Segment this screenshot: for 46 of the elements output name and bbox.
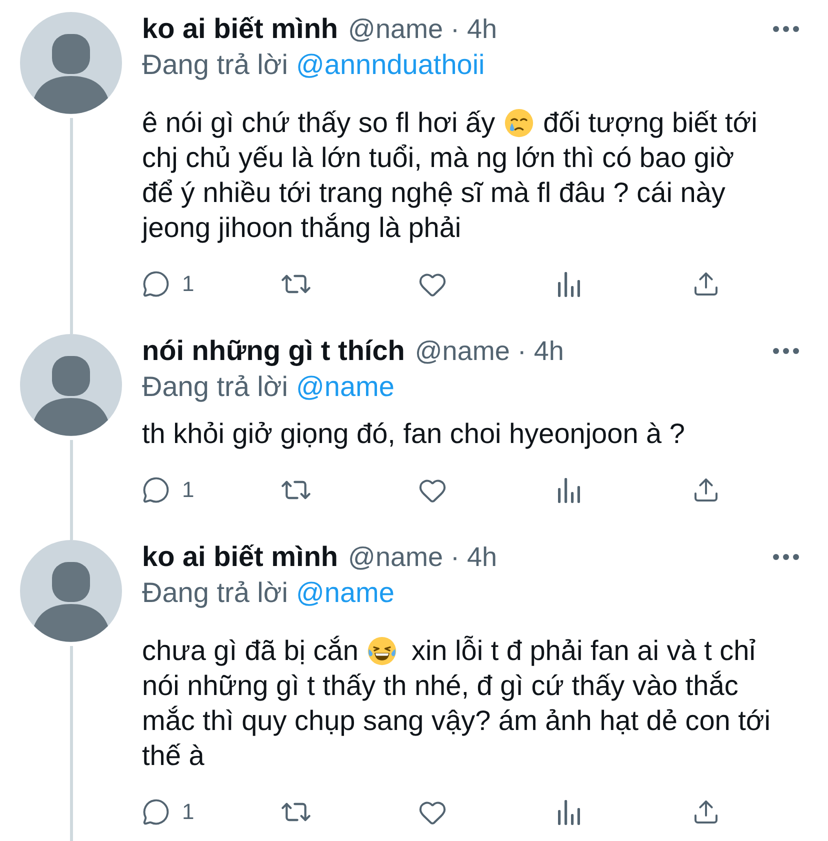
share-button[interactable] xyxy=(692,476,720,504)
upload-icon xyxy=(692,270,720,298)
more-icon[interactable] xyxy=(772,347,800,355)
tweet-text: ê nói gì chứ thấy so fl hơi ấy xyxy=(142,106,496,140)
speech-bubble-icon xyxy=(142,270,170,298)
replying-to-label: Đang trả lời xyxy=(142,48,288,82)
handle-and-time: @name · 4h xyxy=(348,13,498,46)
laughing-face-icon xyxy=(367,636,398,666)
tweet-text: nói những gì t thấy th nhé, đ gì cứ thấy vào thắc xyxy=(142,669,738,703)
tweet-text: thế à xyxy=(142,739,204,773)
analytics-button[interactable] xyxy=(556,477,582,503)
tweet-text: jeong jihoon thắng là phải xyxy=(142,211,462,245)
speech-bubble-icon xyxy=(142,798,170,826)
replying-to-label: Đang trả lời xyxy=(142,576,288,610)
tweet-text: chj chủ yếu là lớn tuổi, mà ng lớn thì có bao giờ xyxy=(142,141,734,175)
reply-button[interactable]: 1 xyxy=(142,270,194,298)
bar-chart-icon xyxy=(556,271,582,297)
tweet-text: th khỏi giở giọng đó, fan choi hyeonjoon à ? xyxy=(142,417,685,451)
reply-button[interactable]: 1 xyxy=(142,798,194,826)
tweet-text: chưa gì đã bị cắn xyxy=(142,634,358,668)
handle-and-time: @name · 4h xyxy=(348,541,498,574)
reply-button[interactable]: 1 xyxy=(142,476,194,504)
speech-bubble-icon xyxy=(142,476,170,504)
tweet-text: đối tượng biết tới xyxy=(543,106,758,140)
bar-chart-icon xyxy=(556,477,582,503)
more-icon[interactable] xyxy=(772,25,800,33)
tweet-text: mắc thì quy chụp sang vậy? ám ảnh hạt dẻ con tới xyxy=(142,704,771,738)
author-name[interactable]: nói những gì t thích xyxy=(142,334,405,368)
bar-chart-icon xyxy=(556,799,582,825)
author-name[interactable]: ko ai biết mình xyxy=(142,540,338,574)
share-button[interactable] xyxy=(692,270,720,298)
replying-to-label: Đang trả lời xyxy=(142,370,288,404)
avatar-silhouette-icon xyxy=(20,12,122,114)
teary-face-icon xyxy=(504,108,534,138)
tweet-text: để ý nhiều tới trang nghệ sĩ mà fl đâu ? cái này xyxy=(142,176,726,210)
author-name[interactable]: ko ai biết mình xyxy=(142,12,338,46)
upload-icon xyxy=(692,476,720,504)
avatar-silhouette-icon xyxy=(20,540,122,642)
tweet-text: xin lỗi t đ phải fan ai và t chỉ xyxy=(411,634,756,668)
upload-icon xyxy=(692,798,720,826)
handle-and-time: @name · 4h xyxy=(414,335,564,368)
more-icon[interactable] xyxy=(772,553,800,561)
share-button[interactable] xyxy=(692,798,720,826)
analytics-button[interactable] xyxy=(556,271,582,297)
analytics-button[interactable] xyxy=(556,799,582,825)
avatar-silhouette-icon xyxy=(20,334,122,436)
